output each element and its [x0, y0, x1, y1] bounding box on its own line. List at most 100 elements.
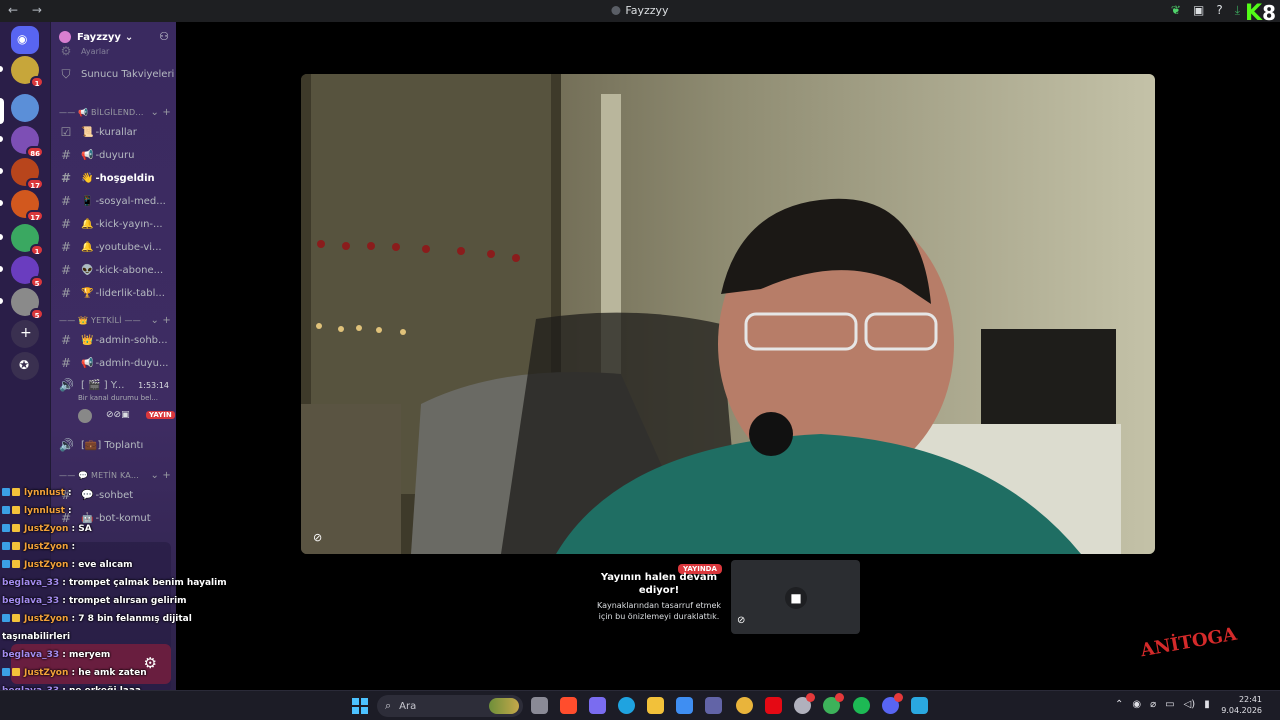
discord-icon[interactable]: [882, 693, 903, 714]
volume-icon[interactable]: ◁): [1184, 699, 1196, 710]
server-icon-6[interactable]: 5: [11, 256, 44, 288]
chat-username: beglava_33: [2, 596, 60, 606]
hash-icon: #: [60, 148, 72, 162]
chrome-icon[interactable]: [736, 697, 753, 714]
channel-item[interactable]: # 📱 -sosyal-med...: [59, 192, 175, 210]
back-button[interactable]: ←: [8, 3, 18, 17]
chat-separator: :: [68, 524, 79, 534]
invite-icon[interactable]: ⚇: [159, 30, 169, 43]
voice-timer: 1:53:14: [138, 380, 169, 390]
server-icon-1[interactable]: [11, 94, 39, 122]
meeting-channel[interactable]: 🔊 [💼] Toplantı: [59, 436, 175, 454]
voice-user-row[interactable]: ⊘⊘▣ YAYIN: [78, 409, 175, 425]
plus-icon[interactable]: ⌄ +: [150, 315, 171, 326]
edge-icon[interactable]: [618, 697, 635, 714]
microphone-icon[interactable]: ⌀: [1150, 699, 1156, 710]
boost-label: Sunucu Takviyeleri: [81, 68, 175, 80]
channel-name: -youtube-vi...: [95, 241, 162, 253]
category-text[interactable]: —— 💬 METİN KA... ⌄ +: [59, 468, 175, 482]
channel-item[interactable]: # 👋 -hoşgeldin: [59, 169, 175, 187]
chat-text: SA: [78, 524, 92, 534]
chat-message: JustZyon : SA: [2, 524, 92, 534]
teams-icon[interactable]: [705, 697, 722, 714]
server-icon-3[interactable]: 17: [11, 158, 44, 190]
channel-item[interactable]: ☑ 📜 -kurallar: [59, 123, 175, 141]
server-icon-7[interactable]: 5: [11, 288, 44, 320]
channel-item[interactable]: # 🏆 -liderlik-tabl...: [59, 284, 175, 302]
chevron-up-icon[interactable]: ⌃: [1115, 699, 1123, 710]
search-icon: ⌕: [385, 699, 392, 712]
voice-status[interactable]: Bir kanal durumu bel...: [78, 394, 158, 402]
task-view-icon[interactable]: [531, 697, 548, 714]
inbox-icon[interactable]: ▣: [1193, 3, 1204, 18]
voice-channel[interactable]: 🔊 [ 🎬 ] Y... 1:53:14: [59, 376, 175, 394]
stream-thumbnail[interactable]: ■ ⊘: [731, 560, 860, 634]
clock[interactable]: 22:41 9.04.2026: [1221, 694, 1262, 716]
spotify-icon[interactable]: [853, 697, 870, 714]
channel-emoji: 🔔: [81, 241, 94, 253]
channel-item[interactable]: # 📢 -duyuru: [59, 146, 175, 164]
subscriber-badge-icon: [2, 542, 24, 552]
netflix-icon[interactable]: [765, 697, 782, 714]
camera-icon: ■: [785, 587, 807, 609]
unread-pip: [0, 200, 3, 206]
server-icon-0[interactable]: 1: [11, 56, 44, 88]
category-dash: —— 👑: [59, 315, 92, 325]
plus-icon[interactable]: ⌄ +: [150, 470, 171, 481]
ea-app-icon[interactable]: [560, 697, 577, 714]
discord-home-button[interactable]: ◉: [11, 26, 39, 54]
category-staff[interactable]: —— 👑 YETKİLİ —— ⌄ +: [59, 313, 175, 327]
notification-dot: [894, 693, 903, 702]
battery-icon[interactable]: ▮: [1204, 699, 1210, 710]
unread-pip: [0, 266, 3, 272]
channel-item[interactable]: # 🔔 -youtube-vi...: [59, 238, 175, 256]
unread-pip: [0, 298, 3, 304]
mention-badge: 1: [30, 76, 44, 88]
channel-item[interactable]: # 👽 -kick-abone...: [59, 261, 175, 279]
notification-dot: [835, 693, 844, 702]
channel-item[interactable]: # 📢 -admin-duyu...: [59, 354, 175, 372]
chat-message: taşınabilirleri: [2, 632, 70, 642]
copilot-icon[interactable]: [589, 697, 606, 714]
settings-item[interactable]: ⚙ Ayarlar: [59, 46, 175, 56]
selected-server-pip: [0, 98, 4, 124]
clock-date: 9.04.2026: [1221, 706, 1262, 715]
search-placeholder: Ara: [399, 700, 417, 712]
windows-logo-tile: [352, 698, 359, 705]
start-button[interactable]: [352, 698, 368, 714]
add-server-button[interactable]: +: [11, 320, 39, 348]
category-info[interactable]: —— 📢 BİLGİLEND... ⌄ +: [59, 105, 175, 119]
server-flower-icon: [59, 31, 71, 43]
file-explorer-icon[interactable]: [647, 697, 664, 714]
channel-item[interactable]: # 👑 -admin-sohb...: [59, 331, 175, 349]
hide-preview-icon[interactable]: ⊘: [737, 615, 745, 626]
discover-button[interactable]: ✪: [11, 352, 39, 380]
taskbar-search[interactable]: ⌕ Ara: [377, 695, 523, 717]
store-icon[interactable]: [676, 697, 693, 714]
chat-username: beglava_33: [2, 578, 60, 588]
title-bar: ← → Fayzzyy ❦ ▣ ? ⤓ K 8: [0, 0, 1280, 26]
vpn-icon[interactable]: ◉: [1132, 699, 1141, 710]
channel-emoji: 📢: [81, 149, 94, 161]
boost-item[interactable]: ⛉ Sunucu Takviyeleri: [59, 65, 175, 83]
plus-icon[interactable]: ⌄ +: [150, 107, 171, 118]
channel-item[interactable]: # 🔔 -kick-yayın-...: [59, 215, 175, 233]
server-icon-4[interactable]: 17: [11, 190, 44, 222]
chrome-active-icon[interactable]: [823, 693, 844, 714]
stream-video[interactable]: ⊘: [301, 74, 1155, 554]
hide-preview-icon[interactable]: ⊘: [313, 531, 322, 544]
chat-username: JustZyon: [24, 668, 69, 678]
chat-message: lynnlust :: [2, 488, 72, 498]
help-icon[interactable]: ?: [1216, 3, 1222, 18]
nitro-leaf-icon[interactable]: ❦: [1171, 3, 1181, 18]
network-icon[interactable]: ▭: [1165, 699, 1174, 710]
chat-message: beglava_33 : trompet alırsan gelirim: [2, 596, 187, 606]
download-icon[interactable]: ⤓: [1235, 3, 1240, 18]
server-icon-5[interactable]: 1: [11, 224, 44, 256]
forward-button[interactable]: →: [32, 3, 42, 17]
chat-message: beglava_33 : meryem: [2, 650, 110, 660]
steelseries-icon[interactable]: [794, 693, 815, 714]
paint-icon[interactable]: [911, 697, 928, 714]
unread-pip: [0, 136, 3, 142]
server-icon-2[interactable]: 86: [11, 126, 44, 158]
